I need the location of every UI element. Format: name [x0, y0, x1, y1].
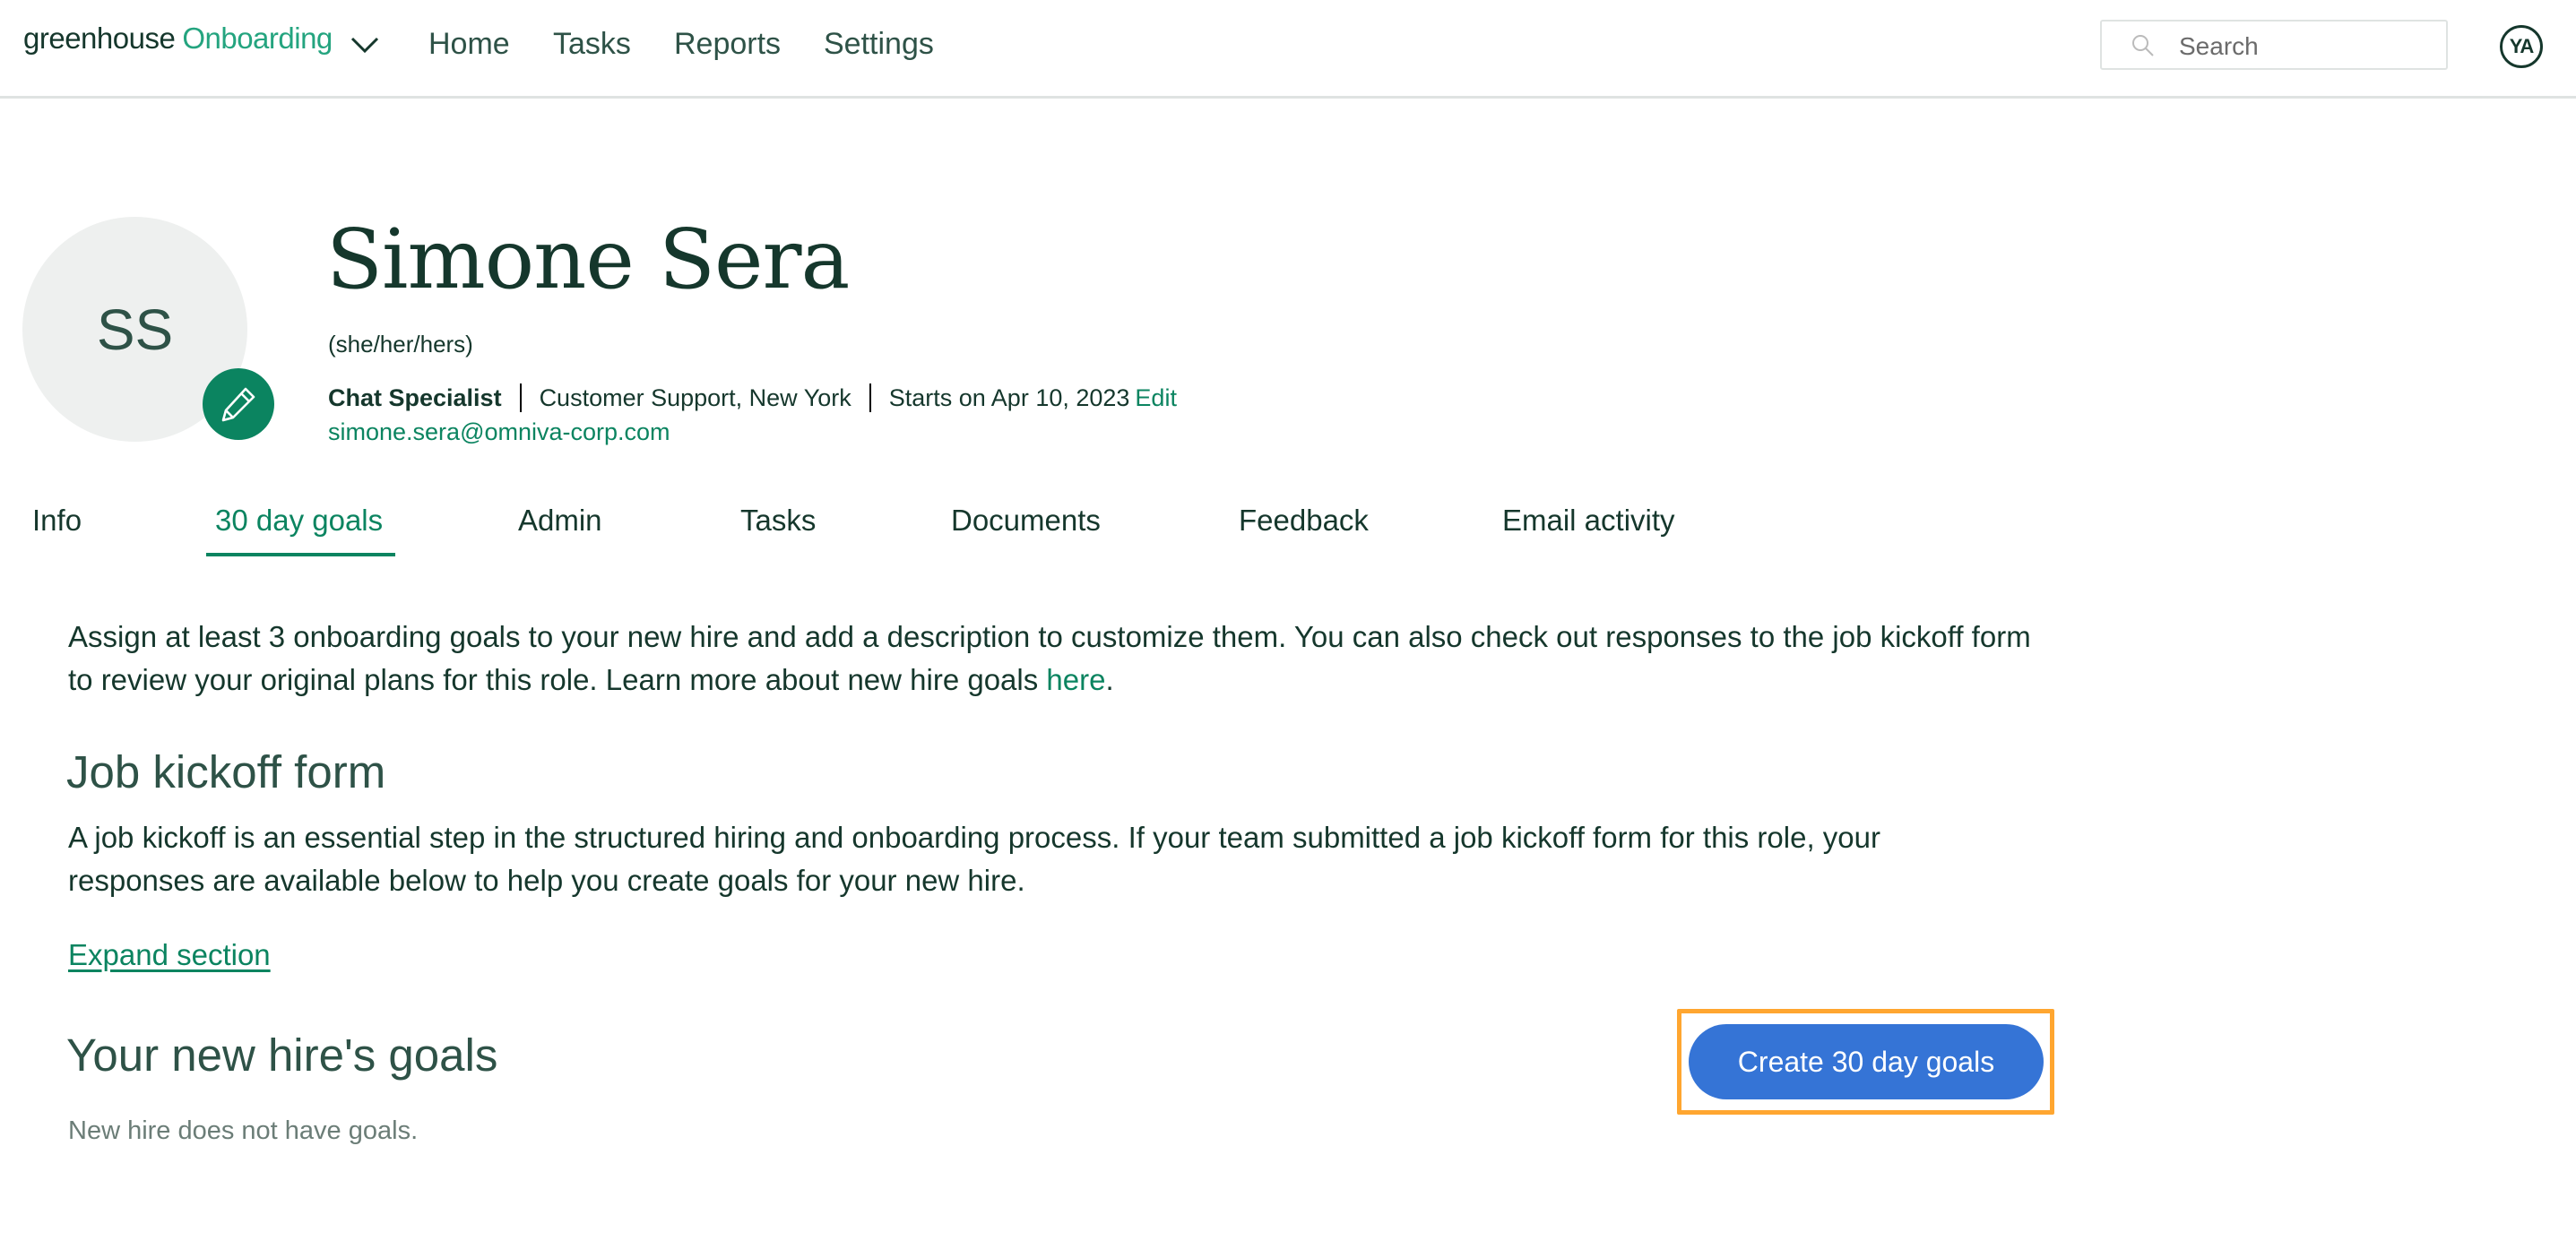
logo-product: Onboarding — [182, 22, 333, 55]
app-logo[interactable]: greenhouse Onboarding — [23, 22, 333, 56]
goals-heading: Your new hire's goals — [66, 1030, 498, 1081]
active-tab-indicator — [206, 553, 395, 556]
job-title: Chat Specialist — [328, 383, 502, 411]
tab-30-day-goals[interactable]: 30 day goals — [215, 504, 383, 538]
intro-paragraph: Assign at least 3 onboarding goals to yo… — [68, 616, 2058, 702]
chevron-down-icon[interactable] — [350, 34, 380, 56]
learn-more-link[interactable]: here — [1046, 663, 1105, 696]
kickoff-description: A job kickoff is an essential step in th… — [68, 821, 1880, 897]
tab-feedback[interactable]: Feedback — [1239, 504, 1369, 538]
kickoff-heading: Job kickoff form — [66, 746, 386, 797]
nav-tasks[interactable]: Tasks — [553, 27, 631, 62]
tab-admin[interactable]: Admin — [518, 504, 602, 538]
department-location: Customer Support, New York — [539, 383, 851, 411]
pencil-icon — [221, 387, 255, 422]
nav-settings[interactable]: Settings — [824, 27, 934, 62]
nav-reports[interactable]: Reports — [674, 27, 781, 62]
intro-end: . — [1105, 663, 1114, 696]
divider — [869, 383, 871, 412]
edit-start-date-link[interactable]: Edit — [1135, 384, 1177, 412]
email-link[interactable]: simone.sera@omniva-corp.com — [328, 418, 670, 446]
empty-goals-message: New hire does not have goals. — [68, 1116, 419, 1145]
tab-email-activity[interactable]: Email activity — [1502, 504, 1675, 538]
expand-section-link[interactable]: Expand section — [68, 938, 271, 972]
employee-details: Chat Specialist Customer Support, New Yo… — [328, 383, 1177, 412]
start-date: Starts on Apr 10, 2023 — [888, 383, 1130, 411]
tab-info[interactable]: Info — [32, 504, 82, 538]
create-30-day-goals-button[interactable]: Create 30 day goals — [1689, 1024, 2044, 1099]
search-input[interactable] — [2177, 29, 2441, 65]
logo-brand: greenhouse — [23, 22, 176, 55]
top-navigation-bar: greenhouse Onboarding Home Tasks Reports … — [0, 0, 2576, 99]
search-icon — [2132, 35, 2154, 56]
user-avatar-button[interactable]: YA — [2500, 25, 2543, 68]
tab-documents[interactable]: Documents — [951, 504, 1101, 538]
tab-tasks[interactable]: Tasks — [740, 504, 816, 538]
avatar-initials: SS — [96, 297, 174, 362]
divider — [519, 383, 522, 412]
employee-name: Simone Sera — [326, 211, 850, 307]
nav-home[interactable]: Home — [428, 27, 510, 62]
edit-avatar-button[interactable] — [203, 368, 274, 440]
pronouns: (she/her/hers) — [328, 331, 473, 358]
search-box[interactable] — [2100, 20, 2448, 70]
